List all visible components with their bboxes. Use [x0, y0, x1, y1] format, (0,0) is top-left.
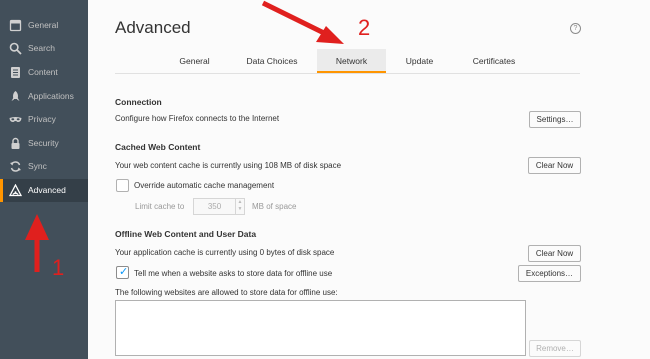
- offline-allowed-label: The following websites are allowed to st…: [115, 288, 338, 297]
- sidebar-item-advanced[interactable]: Advanced: [0, 179, 88, 202]
- connection-settings-button[interactable]: Settings…: [529, 111, 581, 128]
- sidebar-item-general[interactable]: General: [0, 14, 88, 37]
- tab-divider: [115, 73, 580, 74]
- chevron-up-icon: ▲: [237, 199, 243, 205]
- offline-description: Your application cache is currently usin…: [115, 248, 335, 257]
- annotation-label-1: 1: [52, 255, 65, 280]
- sidebar-item-label: General: [28, 20, 59, 30]
- sidebar: General Search Content Applications Priv…: [0, 0, 88, 359]
- connection-title: Connection: [115, 97, 162, 107]
- cache-size-stepper[interactable]: ▲ ▼: [236, 198, 245, 215]
- tab-general[interactable]: General: [167, 49, 222, 73]
- exceptions-button[interactable]: Exceptions…: [518, 265, 581, 282]
- content-icon: [11, 67, 20, 78]
- page-title: Advanced: [115, 18, 191, 37]
- offline-sites-list[interactable]: [115, 300, 526, 356]
- remove-button[interactable]: Remove…: [529, 340, 581, 357]
- offline-notify-label: Tell me when a website asks to store dat…: [134, 269, 333, 278]
- sidebar-item-privacy[interactable]: Privacy: [0, 108, 88, 131]
- sidebar-item-label: Sync: [28, 161, 47, 171]
- applications-icon: [11, 91, 20, 101]
- main-panel: Advanced ? General Data Choices Network …: [88, 0, 650, 359]
- offline-title: Offline Web Content and User Data: [115, 229, 257, 239]
- checkmark-icon: ✓: [119, 266, 129, 278]
- sidebar-item-label: Advanced: [28, 185, 66, 195]
- sidebar-item-applications[interactable]: Applications: [0, 85, 88, 108]
- tab-bar: General Data Choices Network Update Cert…: [88, 49, 650, 73]
- advanced-icon: [9, 184, 22, 197]
- tab-network[interactable]: Network: [317, 49, 386, 73]
- tab-certificates[interactable]: Certificates: [461, 49, 527, 73]
- connection-description: Configure how Firefox connects to the In…: [115, 114, 280, 123]
- override-cache-checkbox[interactable]: [116, 179, 129, 192]
- offline-clear-button[interactable]: Clear Now: [528, 245, 581, 262]
- annotation-label-2: 2: [358, 15, 371, 40]
- tab-data-choices[interactable]: Data Choices: [239, 49, 305, 73]
- sidebar-item-label: Applications: [28, 91, 74, 101]
- cache-clear-button[interactable]: Clear Now: [528, 157, 581, 174]
- help-icon[interactable]: ?: [570, 23, 581, 34]
- security-lock-icon: [11, 137, 20, 149]
- sidebar-item-label: Search: [28, 43, 55, 53]
- search-icon: [9, 42, 22, 55]
- privacy-mask-icon: [9, 117, 22, 123]
- cache-description: Your web content cache is currently usin…: [115, 161, 342, 170]
- sidebar-item-content[interactable]: Content: [0, 61, 88, 84]
- sidebar-item-search[interactable]: Search: [0, 37, 88, 60]
- cache-size-input[interactable]: [193, 198, 236, 215]
- sidebar-item-label: Content: [28, 67, 58, 77]
- offline-notify-checkbox[interactable]: ✓: [116, 266, 129, 279]
- general-icon: [9, 19, 22, 32]
- tab-update[interactable]: Update: [397, 49, 442, 73]
- cache-size-unit: MB of space: [252, 202, 297, 211]
- sidebar-item-label: Security: [28, 138, 59, 148]
- sidebar-item-label: Privacy: [28, 114, 56, 124]
- chevron-down-icon: ▼: [237, 206, 243, 212]
- sidebar-item-sync[interactable]: Sync: [0, 155, 88, 178]
- override-cache-label: Override automatic cache management: [134, 181, 275, 190]
- sidebar-item-security[interactable]: Security: [0, 132, 88, 155]
- cache-title: Cached Web Content: [115, 142, 201, 152]
- limit-cache-label: Limit cache to: [135, 202, 185, 211]
- sync-icon: [10, 161, 21, 172]
